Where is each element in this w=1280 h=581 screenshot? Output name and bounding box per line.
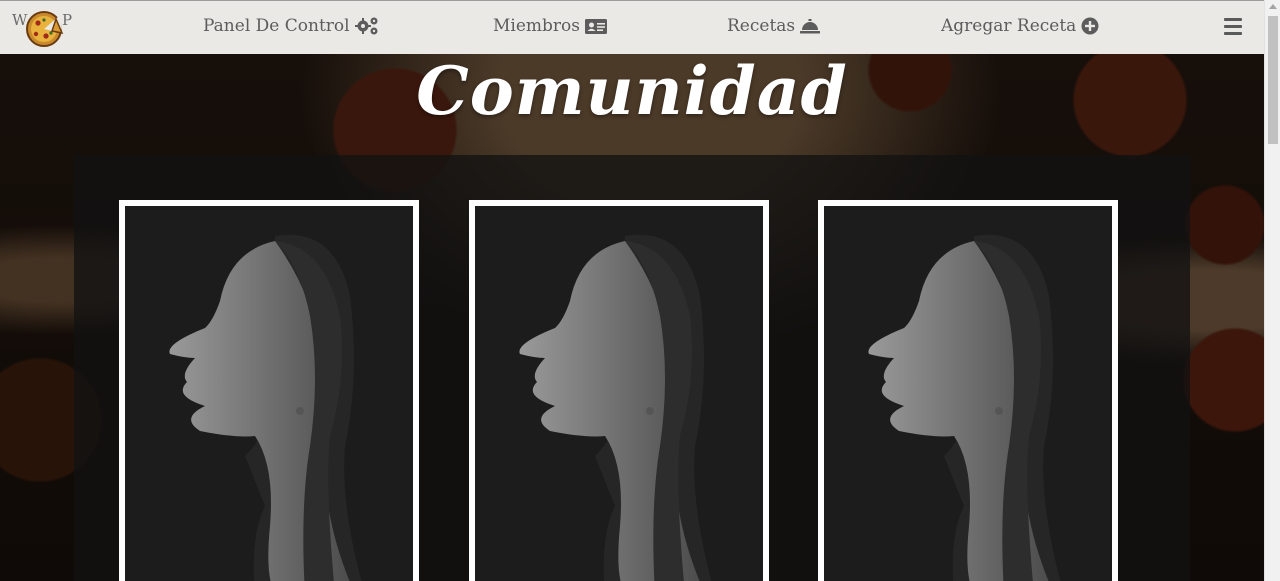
concierge-bell-icon [800,19,821,34]
page: W P Panel De Control Miembros Recetas Ag… [0,0,1280,581]
id-card-icon [585,18,607,34]
plus-circle-icon [1081,17,1099,35]
pizza-logo-icon [26,11,64,47]
gears-icon [354,17,378,35]
member-card[interactable] [119,200,419,581]
page-title: Comunidad [416,52,848,130]
nav-label: Recetas [727,16,796,36]
member-photo [824,206,1112,581]
woman-portrait-image [125,206,413,581]
logo[interactable]: W P [10,7,80,51]
woman-portrait-image [475,206,763,581]
nav-label: Miembros [493,16,580,36]
nav-agregar-receta[interactable]: Agregar Receta [941,16,1099,36]
hamburger-menu-icon[interactable] [1224,18,1242,36]
member-photo [475,206,763,581]
nav-label: Panel De Control [203,16,350,36]
nav-label: Agregar Receta [941,16,1077,36]
nav-miembros[interactable]: Miembros [493,16,607,36]
member-card[interactable] [818,200,1118,581]
scrollbar-thumb[interactable] [1268,16,1278,144]
logo-letter-right: P [62,11,74,29]
nav-panel-de-control[interactable]: Panel De Control [203,16,379,36]
vertical-scrollbar[interactable] [1264,0,1280,581]
member-photo [125,206,413,581]
nav-recetas[interactable]: Recetas [727,16,821,36]
woman-portrait-image [824,206,1112,581]
navbar: W P Panel De Control Miembros Recetas Ag… [0,0,1264,54]
scroll-up-arrow-icon[interactable] [1269,4,1277,9]
member-card[interactable] [469,200,769,581]
